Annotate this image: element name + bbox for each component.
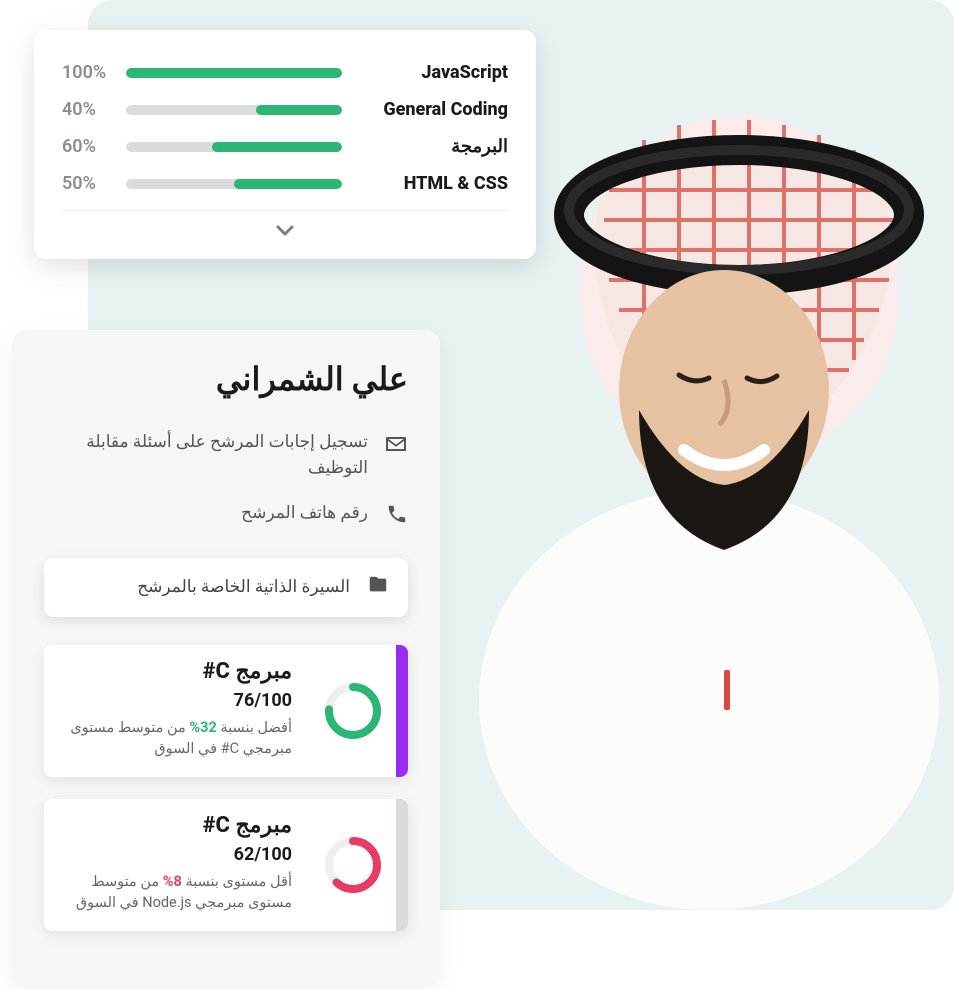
folder-icon bbox=[366, 574, 390, 601]
candidate-email-row[interactable]: تسجيل إجابات المرشح على أسئلة مقابلة الت… bbox=[44, 420, 408, 491]
score-value: 76/100 bbox=[44, 690, 292, 711]
skill-label: JavaScript bbox=[360, 62, 508, 83]
candidate-phone-row[interactable]: رقم هاتف المرشح bbox=[44, 491, 408, 544]
skills-card: 100% JavaScript 40% General Coding 60% ا… bbox=[34, 30, 536, 259]
skill-row: 60% البرمجة bbox=[62, 128, 508, 165]
skill-label: HTML & CSS bbox=[360, 173, 508, 194]
score-title: مبرمج C# bbox=[44, 659, 292, 684]
score-ring bbox=[310, 799, 396, 931]
mail-icon bbox=[384, 432, 408, 465]
candidate-resume-chip[interactable]: السيرة الذاتية الخاصة بالمرشح bbox=[44, 558, 408, 617]
skill-row: 100% JavaScript bbox=[62, 54, 508, 91]
skill-progress-bar bbox=[126, 142, 342, 152]
candidate-profile-panel: علي الشمراني تسجيل إجابات المرشح على أسئ… bbox=[12, 330, 440, 986]
skill-progress-bar bbox=[126, 105, 342, 115]
skill-label: General Coding bbox=[360, 99, 508, 120]
skill-label: البرمجة bbox=[360, 136, 508, 157]
assessment-score-card[interactable]: مبرمج C# 62/100 أقل مستوى بنسبة 8% من مت… bbox=[44, 799, 408, 931]
score-ring bbox=[310, 645, 396, 777]
score-accent-stripe bbox=[396, 645, 408, 777]
skill-row: 50% HTML & CSS bbox=[62, 165, 508, 202]
skill-progress-bar bbox=[126, 179, 342, 189]
expand-skills-button[interactable] bbox=[268, 217, 302, 245]
chevron-down-icon bbox=[273, 220, 297, 243]
skills-expand-row bbox=[62, 210, 508, 245]
score-title: مبرمج C# bbox=[44, 813, 292, 838]
score-comparison-note: أقل مستوى بنسبة 8% من متوسط مستوى مبرمجي… bbox=[44, 871, 292, 915]
skill-percent: 100% bbox=[62, 62, 108, 83]
candidate-resume-label: السيرة الذاتية الخاصة بالمرشح bbox=[137, 577, 350, 597]
candidate-name: علي الشمراني bbox=[44, 360, 408, 398]
score-value: 62/100 bbox=[44, 844, 292, 865]
score-accent-stripe bbox=[396, 799, 408, 931]
skill-percent: 60% bbox=[62, 136, 108, 157]
skill-percent: 40% bbox=[62, 99, 108, 120]
score-comparison-note: أفضل بنسبة 32% من متوسط مستوى مبرمجي C# … bbox=[44, 717, 292, 761]
phone-icon bbox=[384, 503, 408, 534]
candidate-phone-label: رقم هاتف المرشح bbox=[44, 501, 368, 527]
skill-percent: 50% bbox=[62, 173, 108, 194]
candidate-email-label: تسجيل إجابات المرشح على أسئلة مقابلة الت… bbox=[44, 430, 368, 481]
assessment-score-card[interactable]: مبرمج C# 76/100 أفضل بنسبة 32% من متوسط … bbox=[44, 645, 408, 777]
skill-progress-bar bbox=[126, 68, 342, 78]
skill-row: 40% General Coding bbox=[62, 91, 508, 128]
